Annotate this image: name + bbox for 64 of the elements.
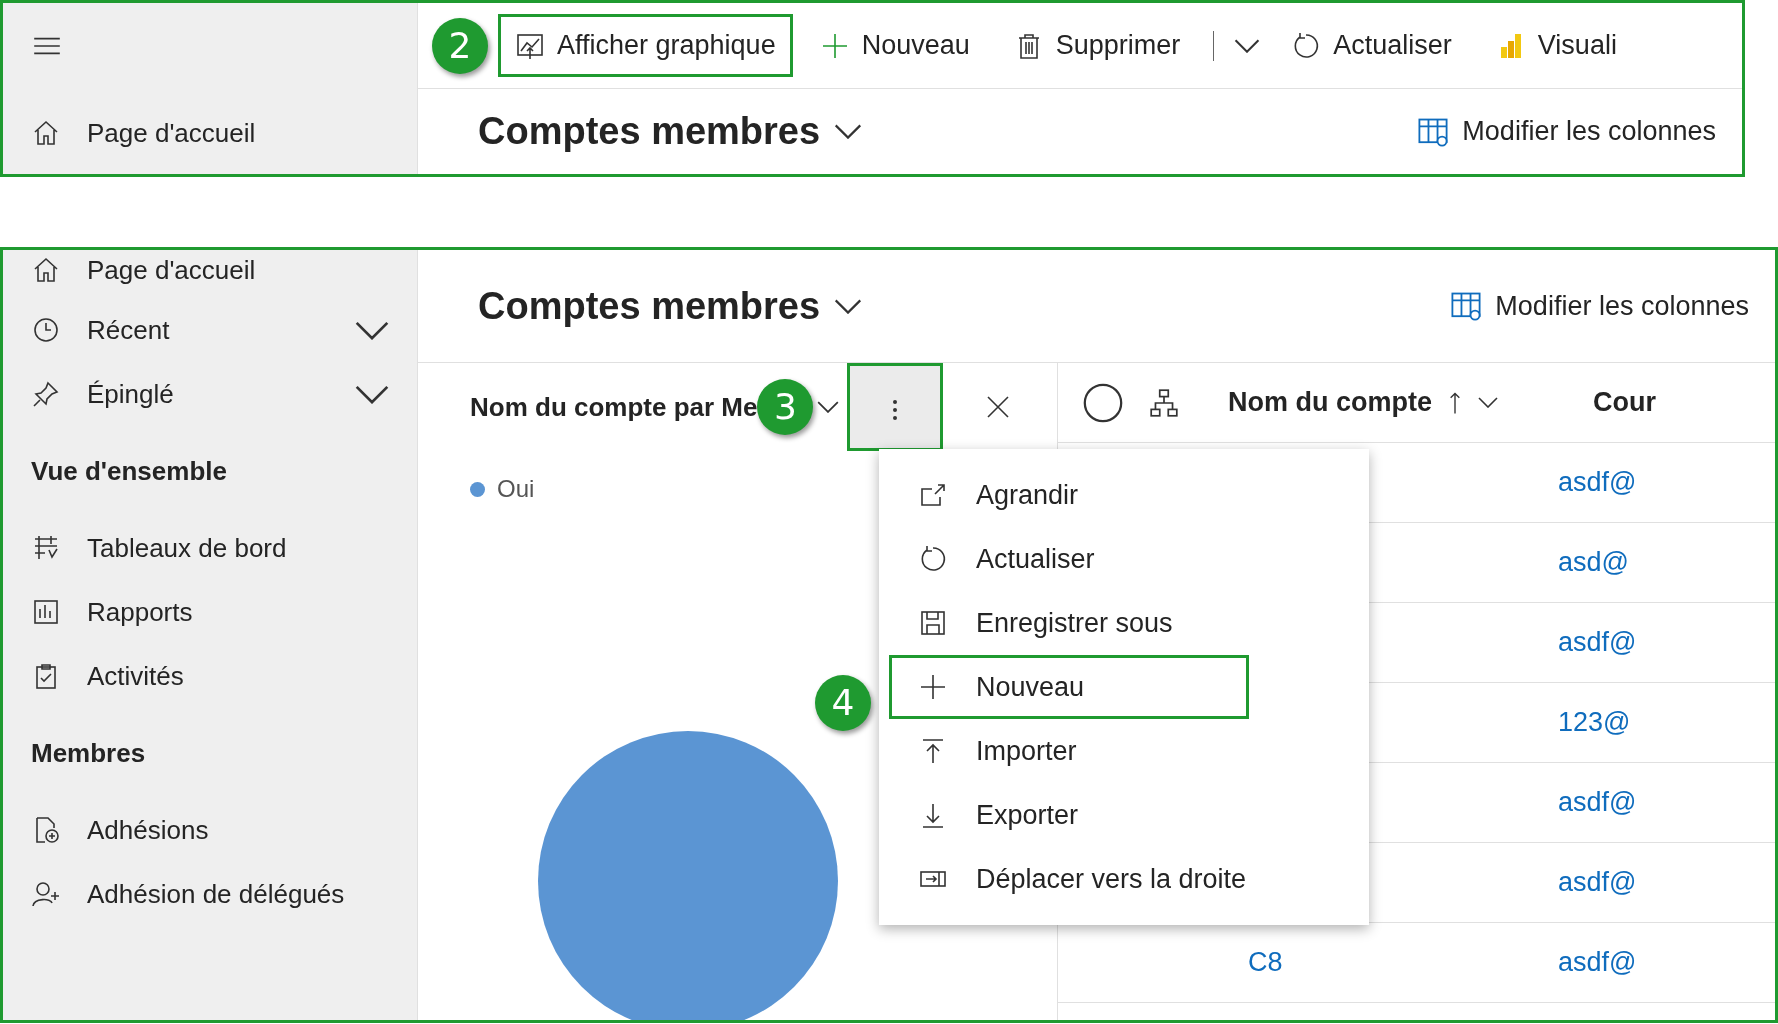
menu-item[interactable]: Importer: [889, 719, 1249, 783]
sidebar-item[interactable]: Rapports: [87, 592, 389, 632]
view-title: Comptes membres: [478, 283, 821, 329]
plus-icon: [918, 672, 948, 702]
section-heading: Membres: [31, 736, 146, 770]
view-title: Comptes membres: [478, 109, 821, 154]
column-header[interactable]: Nom du compte: [1228, 382, 1432, 423]
menu-item[interactable]: Nouveau: [889, 655, 1249, 719]
account-link[interactable]: C8: [1248, 947, 1283, 978]
sidebar-item[interactable]: Tableaux de bord: [87, 528, 389, 568]
email-link[interactable]: asdf@: [1558, 462, 1637, 503]
view-selector-button[interactable]: [834, 298, 863, 314]
menu-item[interactable]: Déplacer vers la droite: [889, 847, 1349, 911]
person-add-icon: [31, 879, 61, 909]
email-link[interactable]: 123@: [1558, 702, 1631, 743]
edit-columns-button[interactable]: Modifier les colonnes: [1443, 284, 1755, 328]
more-options-button[interactable]: [847, 363, 944, 451]
email-link[interactable]: asdf@: [1558, 942, 1637, 983]
toolbar-button[interactable]: Visuali: [1478, 14, 1634, 77]
chart-selector-button[interactable]: [817, 401, 840, 413]
chevron-down-icon: [1478, 397, 1498, 408]
step-callout: 4: [815, 675, 871, 731]
email-link[interactable]: asdf@: [1558, 622, 1637, 663]
chevron-down-icon: [355, 320, 389, 340]
column-header[interactable]: Cour: [1593, 382, 1656, 423]
step-callout: 3: [757, 379, 814, 435]
pin-icon: [31, 379, 61, 409]
menu-item[interactable]: Agrandir: [889, 463, 1249, 527]
chevron-down-icon: [834, 124, 863, 139]
sidebar-item[interactable]: Page d'accueil: [87, 250, 389, 290]
view-selector-button[interactable]: [834, 124, 863, 139]
section-heading: Vue d'ensemble: [31, 454, 227, 488]
email-link[interactable]: asdf@: [1558, 862, 1637, 903]
sidebar-item[interactable]: Épinglé: [87, 374, 329, 414]
sidebar-item[interactable]: Page d'accueil: [87, 113, 256, 153]
report-icon: [31, 597, 61, 627]
expand-button[interactable]: [355, 320, 389, 340]
email-link[interactable]: asdf@: [1558, 782, 1637, 823]
chevron-down-icon: [817, 401, 840, 413]
clock-icon: [31, 315, 61, 345]
email-link[interactable]: asd@: [1558, 542, 1629, 583]
sidebar-item[interactable]: Adhésions: [87, 810, 389, 850]
edit-columns-button[interactable]: Modifier les colonnes: [1410, 110, 1722, 153]
toolbar-button[interactable]: Actualiser: [1274, 14, 1469, 77]
save-icon: [918, 608, 948, 638]
sidebar-item[interactable]: Récent: [87, 310, 329, 350]
more-icon: [892, 397, 899, 422]
toolbar-button[interactable]: Supprimer: [996, 14, 1198, 77]
chart-title: Nom du compte par Me: [470, 390, 758, 424]
chevron-down-icon: [834, 298, 863, 314]
select-all-circle-icon[interactable]: [1082, 381, 1124, 424]
expand-button[interactable]: [355, 384, 389, 404]
hierarchy-icon[interactable]: [1148, 386, 1180, 419]
toolbar-button[interactable]: Afficher graphique: [498, 14, 793, 77]
sidebar-item[interactable]: Activités: [87, 656, 389, 696]
chevron-down-icon: [1234, 38, 1261, 53]
toolbar-button[interactable]: Nouveau: [802, 14, 987, 77]
menu-item[interactable]: Exporter: [889, 783, 1249, 847]
menu-item[interactable]: Actualiser: [889, 527, 1249, 591]
menu-item[interactable]: Enregistrer sous: [889, 591, 1249, 655]
chevron-down-icon: [355, 384, 389, 404]
legend-label: Oui: [497, 474, 535, 504]
sidebar-item[interactable]: Adhésion de délégués: [87, 874, 389, 914]
step-callout: 2: [432, 17, 488, 74]
